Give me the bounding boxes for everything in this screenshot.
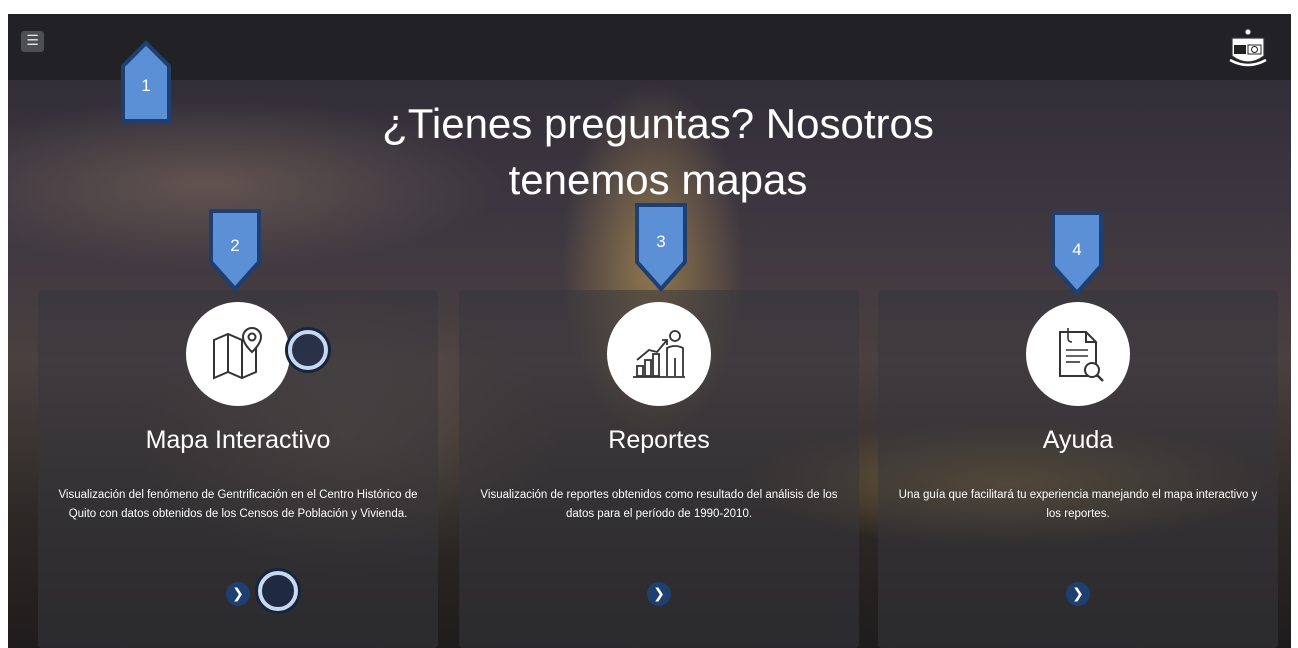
map-pin-icon[interactable] [186,302,290,406]
card-title: Reportes [608,426,710,454]
callout-number: 1 [141,76,151,95]
callout-number: 3 [656,232,666,251]
card-description: Visualización de reportes obtenidos como… [480,489,838,520]
hero-title-line2: tenemos mapas [508,156,808,203]
highlight-ring [258,571,298,611]
chevron-right-icon[interactable]: ❯ [1066,582,1090,606]
highlight-ring [288,330,328,370]
university-seal-logo[interactable] [1226,26,1270,70]
card-title: Mapa Interactivo [145,426,331,454]
top-navbar: ☰ [8,14,1291,80]
callout-number: 2 [230,236,240,255]
hero-title-line1: ¿Tienes preguntas? Nosotros [382,100,934,147]
card-reportes[interactable]: Reportes Visualización de reportes obten… [459,290,859,648]
app-frame: ☰ ¿Tienes preguntas? Nosotros tenemos ma… [8,14,1291,648]
card-title: Ayuda [1042,426,1114,454]
card-mapa-interactivo[interactable]: Mapa Interactivo Visualización del fenóm… [38,290,438,648]
card-description: Visualización del fenómeno de Gentrifica… [58,489,418,520]
hero-headline: ¿Tienes preguntas? Nosotros tenemos mapa… [308,96,1008,208]
chevron-right-icon[interactable]: ❯ [647,582,671,606]
hamburger-menu-icon[interactable]: ☰ [21,31,44,52]
document-search-icon[interactable] [1026,302,1130,406]
growth-chart-icon[interactable] [607,302,711,406]
callout-number: 4 [1072,240,1082,259]
card-ayuda[interactable]: Ayuda Una guía que facilitará tu experie… [878,290,1278,648]
card-description: Una guía que facilitará tu experiencia m… [898,489,1258,520]
chevron-right-icon[interactable]: ❯ [226,582,250,606]
